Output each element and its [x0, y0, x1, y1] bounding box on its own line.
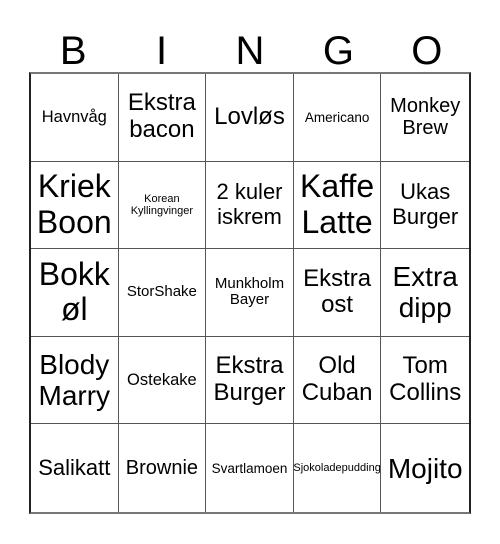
bingo-cell[interactable]: Salikatt: [31, 424, 119, 512]
header-letter-i: I: [156, 29, 168, 73]
bingo-cell[interactable]: Bokk øl: [31, 249, 119, 337]
header-letter-o: O: [411, 29, 443, 73]
bingo-cell[interactable]: Mojito: [381, 424, 469, 512]
bingo-cell[interactable]: Ekstra Burger: [206, 336, 294, 425]
header-letter-g: G: [322, 29, 354, 73]
bingo-cell[interactable]: 2 kuler iskrem: [206, 161, 294, 250]
bingo-cell[interactable]: Extra dipp: [381, 249, 469, 337]
bingo-cell[interactable]: Munkholm Bayer: [206, 249, 294, 337]
bingo-cell[interactable]: Old Cuban: [293, 336, 382, 425]
header-letter-b: B: [59, 29, 87, 73]
bingo-cell[interactable]: StorShake: [118, 249, 207, 337]
bingo-cell[interactable]: Sjokoladepudding: [294, 424, 382, 512]
bingo-cell[interactable]: Korean Kyllingvinger: [118, 161, 207, 250]
header-letter-n: N: [235, 29, 265, 73]
bingo-cell[interactable]: Ekstra bacon: [118, 74, 207, 162]
bingo-header: B I N G O: [29, 30, 471, 72]
bingo-cell[interactable]: Svartlamoen: [206, 424, 294, 512]
bingo-cell[interactable]: Blody Marry: [31, 336, 119, 425]
bingo-cell[interactable]: Tom Collins: [381, 337, 469, 425]
bingo-cell[interactable]: Kaffe Latte: [293, 161, 382, 250]
bingo-cell[interactable]: Lovløs: [206, 74, 294, 162]
bingo-cell[interactable]: Kriek Boon: [31, 161, 119, 250]
bingo-cell[interactable]: Ekstra ost: [293, 249, 382, 337]
bingo-cell[interactable]: Ukas Burger: [381, 162, 469, 250]
bingo-cell[interactable]: Ostekake: [118, 336, 207, 425]
bingo-cell[interactable]: Americano: [293, 74, 382, 162]
bingo-board: Havnvåg Ekstra bacon Lovløs Americano Mo…: [29, 72, 471, 514]
bingo-cell[interactable]: Monkey Brew: [381, 74, 469, 162]
bingo-cell[interactable]: Brownie: [119, 424, 207, 512]
bingo-cell[interactable]: Havnvåg: [31, 74, 119, 162]
